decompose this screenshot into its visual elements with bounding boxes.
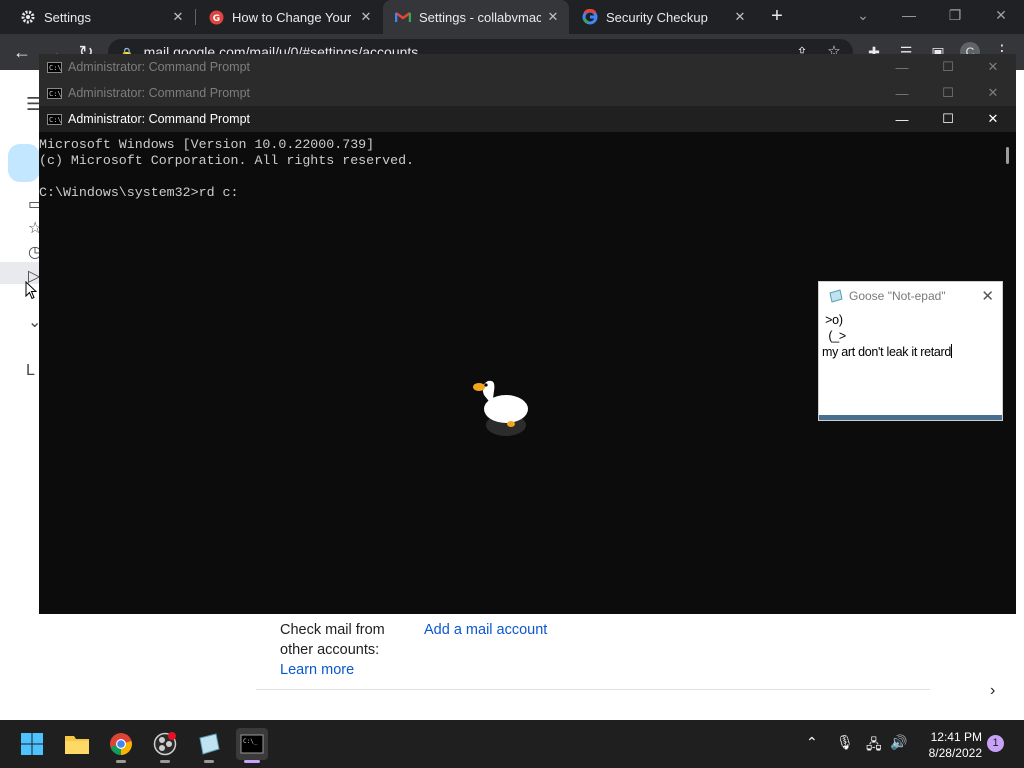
minimize-button[interactable]: — [879, 112, 925, 127]
restore-button[interactable]: ❐ [932, 0, 978, 30]
running-indicator [116, 760, 126, 763]
cmd-titlebar[interactable]: C:\ Administrator: Command Prompt — ☐ ✕ [39, 80, 1016, 106]
tab-search-icon[interactable]: ⌄ [840, 0, 886, 30]
cmd-titlebar[interactable]: C:\ Administrator: Command Prompt — ☐ ✕ [39, 106, 1016, 132]
add-mail-account-link[interactable]: Add a mail account [424, 622, 547, 638]
active-indicator [244, 760, 260, 763]
notepad-line: >o) [822, 313, 843, 327]
close-window-button[interactable]: ✕ [978, 0, 1024, 30]
chevron-right-icon[interactable]: › [990, 682, 995, 700]
notification-badge[interactable]: 1 [987, 735, 1004, 752]
compose-button[interactable] [8, 144, 40, 182]
check-mail-label: Check mail from [280, 622, 385, 638]
back-arrow-icon[interactable]: ← [10, 40, 34, 64]
window-title: Administrator: Command Prompt [68, 86, 251, 100]
cmd-icon: C:\ [47, 61, 62, 73]
clock-time: 12:41 PM [930, 730, 982, 744]
tab-title: Security Checkup [606, 9, 708, 25]
desktop-goose[interactable] [470, 375, 532, 444]
close-icon[interactable]: ✕ [170, 9, 186, 25]
svg-text:C:\_: C:\_ [243, 738, 258, 745]
running-indicator [204, 760, 214, 763]
cmd-icon: C:\ [47, 87, 62, 99]
check-mail-label-cont: other accounts: [280, 642, 380, 658]
microphone-icon[interactable]: 🎙 [836, 734, 854, 751]
tab-gmail-settings[interactable]: Settings - collabvmacc ✕ [383, 0, 569, 34]
notepad-app-icon[interactable] [193, 728, 225, 763]
text-caret [951, 344, 953, 358]
cmd-titlebar[interactable]: C:\ Administrator: Command Prompt — ☐ ✕ [39, 54, 1016, 80]
minimize-button[interactable]: — [886, 0, 932, 30]
cmd-window-background-2[interactable]: C:\ Administrator: Command Prompt — ☐ ✕ [39, 80, 1016, 107]
tab-title: Settings [44, 9, 91, 25]
close-button[interactable]: ✕ [970, 59, 1016, 75]
new-tab-button[interactable]: + [767, 6, 787, 26]
g-logo-icon: G [208, 9, 224, 25]
running-indicator [160, 760, 170, 763]
close-icon[interactable]: ✕ [981, 287, 994, 305]
browser-tab-strip: Settings ✕ G How to Change Your G ✕ Sett… [0, 0, 1024, 34]
show-hidden-icons-chevron-icon[interactable]: ⌃ [806, 734, 818, 751]
tab-title: How to Change Your G [232, 9, 352, 25]
scrollbar-thumb[interactable] [1006, 147, 1009, 164]
gear-icon [20, 9, 36, 25]
window-title: Administrator: Command Prompt [68, 60, 251, 74]
notepad-text-area[interactable]: >o) (_> my art don't leak it retard [822, 312, 953, 360]
window-title: Administrator: Command Prompt [68, 112, 251, 126]
tab-settings[interactable]: Settings ✕ [8, 0, 194, 34]
divider [256, 689, 930, 690]
taskbar: C:\_ ⌃ 🎙 🖧 🔊 12:41 PM 8/28/2022 [0, 720, 1024, 768]
minimize-button[interactable]: — [879, 86, 925, 101]
command-prompt-icon[interactable]: C:\_ [236, 728, 268, 763]
clock-date: 8/28/2022 [928, 746, 982, 760]
maximize-button[interactable]: ☐ [925, 85, 971, 101]
google-icon [582, 9, 598, 25]
mouse-cursor-icon [25, 280, 38, 305]
cmd-icon: C:\ [47, 113, 62, 125]
labels-heading: L [26, 362, 35, 379]
start-windows-icon[interactable] [16, 728, 48, 760]
notepad-line: my art don't leak it retard [822, 345, 952, 359]
network-icon[interactable]: 🖧 [866, 734, 882, 758]
minimize-button[interactable]: — [879, 60, 925, 75]
notepad-icon [828, 289, 844, 303]
obs-icon[interactable] [149, 728, 181, 763]
system-clock[interactable]: 12:41 PM 8/28/2022 [912, 729, 982, 761]
tab-how-to-change[interactable]: G How to Change Your G ✕ [196, 0, 382, 34]
file-explorer-icon[interactable] [61, 728, 93, 760]
maximize-button[interactable]: ☐ [925, 111, 971, 127]
chrome-icon[interactable] [105, 728, 137, 763]
maximize-button[interactable]: ☐ [925, 59, 971, 75]
tab-title: Settings - collabvmacc [419, 9, 541, 25]
cmd-window-background-1[interactable]: C:\ Administrator: Command Prompt — ☐ ✕ [39, 54, 1016, 81]
console-text: Microsoft Windows [Version 10.0.22000.73… [39, 137, 415, 200]
close-icon[interactable]: ✕ [732, 9, 748, 25]
svg-text:G: G [212, 14, 219, 24]
close-button[interactable]: ✕ [970, 111, 1016, 127]
notepad-line: (_> [822, 329, 846, 343]
volume-icon[interactable]: 🔊 [890, 734, 907, 751]
notepad-titlebar[interactable]: Goose "Not-epad" [819, 282, 1002, 310]
close-icon[interactable]: ✕ [358, 9, 374, 25]
gmail-icon [395, 9, 411, 25]
tab-security-checkup[interactable]: Security Checkup ✕ [570, 0, 756, 34]
learn-more-link[interactable]: Learn more [280, 662, 354, 678]
close-icon[interactable]: ✕ [545, 9, 561, 25]
notepad-title: Goose "Not-epad" [849, 289, 946, 303]
goose-notepad-window[interactable]: Goose "Not-epad" ✕ >o) (_> my art don't … [818, 281, 1003, 421]
close-button[interactable]: ✕ [970, 85, 1016, 101]
notepad-bottom-bar [819, 415, 1002, 420]
